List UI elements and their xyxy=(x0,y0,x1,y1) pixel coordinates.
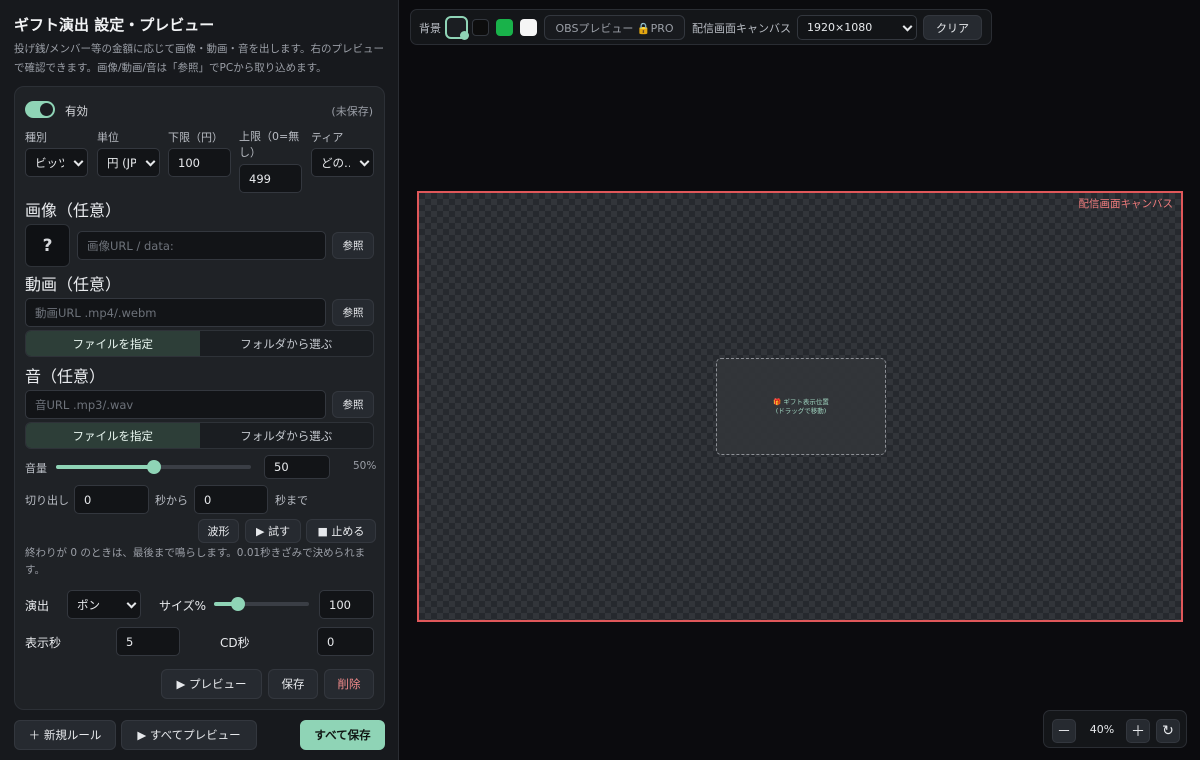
kind-label: 種別 xyxy=(25,131,47,144)
new-rule-button[interactable]: ＋ 新規ルール xyxy=(14,720,116,750)
zoom-level: 40% xyxy=(1089,723,1115,736)
volume-slider[interactable] xyxy=(56,460,251,474)
resolution-select[interactable]: 1920×1080 xyxy=(797,15,917,40)
video-heading: 動画（任意） xyxy=(25,275,122,294)
image-browse-button[interactable]: 参照 xyxy=(332,232,374,259)
trim-note: 終わりが 0 のときは、最後まで鳴らします。0.01秒きざみで決められます。 xyxy=(25,547,366,576)
background-swatch-transparent[interactable] xyxy=(445,16,469,40)
image-url-input[interactable]: 画像URL / data: xyxy=(77,231,326,260)
volume-label: 音量 xyxy=(25,462,47,475)
volume-percent: 50% xyxy=(353,460,377,472)
zoom-controls: － 40% ＋ ↻ xyxy=(1043,710,1187,748)
gift-position-box[interactable]: 🎁 ギフト表示位置 (ドラッグで移動) xyxy=(716,358,886,455)
trim-end-input[interactable]: 0 xyxy=(194,485,268,514)
enabled-toggle[interactable] xyxy=(25,101,55,118)
max-label: 上限（0=無し） xyxy=(239,130,300,159)
volume-slider-handle[interactable] xyxy=(146,460,161,474)
sound-heading: 音（任意） xyxy=(25,367,106,386)
preview-all-button[interactable]: ▶ すべてプレビュー xyxy=(121,720,257,750)
size-slider-handle[interactable] xyxy=(230,597,245,611)
size-slider[interactable] xyxy=(214,597,309,611)
zoom-out-button[interactable]: － xyxy=(1052,719,1076,743)
duration-input[interactable]: 5 xyxy=(116,627,180,656)
unit-label: 単位 xyxy=(97,131,119,144)
sound-folder-tab[interactable]: フォルダから選ぶ xyxy=(200,423,374,448)
trim-to-label: 秒まで xyxy=(275,494,308,507)
size-input[interactable]: 100 xyxy=(319,590,374,619)
clear-button[interactable]: クリア xyxy=(923,15,982,40)
video-file-tab[interactable]: ファイルを指定 xyxy=(26,331,200,356)
stream-canvas[interactable]: 配信画面キャンバス 🎁 ギフト表示位置 (ドラッグで移動) xyxy=(417,191,1183,622)
trim-start-input[interactable]: 0 xyxy=(74,485,149,514)
unsaved-indicator: (未保存) xyxy=(331,105,373,118)
trim-label: 切り出し xyxy=(25,494,69,507)
sound-file-tab[interactable]: ファイルを指定 xyxy=(26,423,200,448)
enabled-label: 有効 xyxy=(65,104,88,118)
waveform-button[interactable]: 波形 xyxy=(198,519,239,543)
image-thumbnail: ? xyxy=(25,224,70,267)
panel-description: 投げ銭/メンバー等の金額に応じて画像・動画・音を出します。右のプレビューで確認で… xyxy=(14,43,384,74)
tier-label: ティア xyxy=(311,131,344,144)
try-sound-button[interactable]: ▶ 試す xyxy=(245,519,301,543)
stop-sound-button[interactable]: ■ 止める xyxy=(306,519,376,543)
background-swatch-green[interactable] xyxy=(496,19,513,36)
duration-label: 表示秒 xyxy=(25,636,62,650)
video-folder-tab[interactable]: フォルダから選ぶ xyxy=(200,331,374,356)
background-label: 背景 xyxy=(419,22,441,35)
gift-position-hint: (ドラッグで移動) xyxy=(775,406,827,415)
background-swatch-white[interactable] xyxy=(520,19,537,36)
min-amount-input[interactable]: 100 xyxy=(168,148,231,177)
selected-indicator xyxy=(460,31,469,40)
canvas-size-label: 配信画面キャンバス xyxy=(692,22,791,35)
reset-zoom-icon[interactable]: ↻ xyxy=(1156,719,1180,743)
cooldown-label: CD秒 xyxy=(220,636,250,650)
effect-select[interactable]: ポン xyxy=(67,590,141,619)
size-label: サイズ% xyxy=(159,599,207,613)
delete-button[interactable]: 削除 xyxy=(324,669,374,699)
sound-source-toggle: ファイルを指定 フォルダから選ぶ xyxy=(25,422,374,449)
canvas-label: 配信画面キャンバス xyxy=(1078,198,1174,210)
preview-button[interactable]: ▶ プレビュー xyxy=(161,669,262,699)
video-browse-button[interactable]: 参照 xyxy=(332,299,374,326)
zoom-in-button[interactable]: ＋ xyxy=(1126,719,1150,743)
cooldown-input[interactable]: 0 xyxy=(317,627,374,656)
settings-panel: ギフト演出 設定・プレビュー 投げ銭/メンバー等の金額に応じて画像・動画・音を出… xyxy=(0,0,399,760)
video-url-input[interactable]: 動画URL .mp4/.webm xyxy=(25,298,326,327)
sound-browse-button[interactable]: 参照 xyxy=(332,391,374,418)
image-heading: 画像（任意） xyxy=(25,201,122,220)
save-button[interactable]: 保存 xyxy=(268,669,318,699)
kind-select[interactable]: ビッツ xyxy=(25,148,88,177)
volume-input[interactable]: 50 xyxy=(264,455,330,479)
obs-preview-button[interactable]: OBSプレビュー 🔒PRO xyxy=(544,15,685,40)
sound-url-input[interactable]: 音URL .mp3/.wav xyxy=(25,390,326,419)
volume-slider-fill xyxy=(56,465,154,469)
video-source-toggle: ファイルを指定 フォルダから選ぶ xyxy=(25,330,374,357)
tier-select[interactable]: どの… xyxy=(311,148,374,177)
background-swatch-black[interactable] xyxy=(472,19,489,36)
save-all-button[interactable]: すべて保存 xyxy=(300,720,385,750)
effect-label: 演出 xyxy=(25,599,50,613)
trim-from-label: 秒から xyxy=(155,494,188,507)
max-amount-input[interactable]: 499 xyxy=(239,164,302,193)
min-label: 下限（円） xyxy=(168,131,223,144)
unit-select[interactable]: 円 (JPY) xyxy=(97,148,160,177)
panel-title: ギフト演出 設定・プレビュー xyxy=(14,16,215,34)
gift-position-title: 🎁 ギフト表示位置 xyxy=(773,397,829,406)
